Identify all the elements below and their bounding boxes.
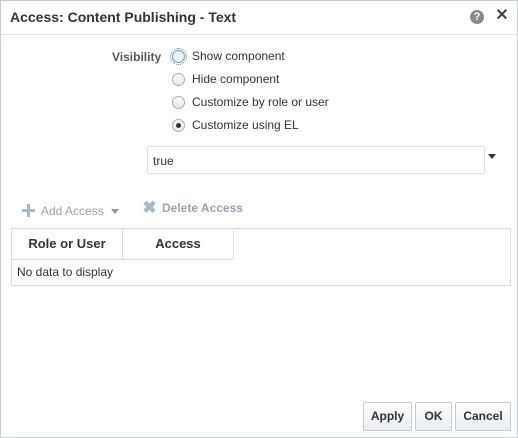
access-table: Role or User Access No data to display xyxy=(11,228,511,286)
add-access-button[interactable]: Add Access xyxy=(41,204,104,218)
radio-selected-dot xyxy=(176,123,181,128)
el-expression-value: true xyxy=(153,154,174,168)
radio-label: Show component xyxy=(192,49,285,63)
empty-table-message: No data to display xyxy=(17,265,114,279)
chevron-down-icon[interactable] xyxy=(488,154,496,159)
radio-label: Customize by role or user xyxy=(192,95,329,109)
close-icon[interactable]: ✕ xyxy=(494,8,510,24)
delete-access-button[interactable]: Delete Access xyxy=(162,201,243,215)
radio-label: Hide component xyxy=(192,72,280,86)
column-header-role-or-user[interactable]: Role or User xyxy=(12,229,123,260)
ok-button[interactable]: OK xyxy=(415,402,452,431)
radio-button[interactable] xyxy=(172,96,185,109)
radio-button[interactable] xyxy=(172,73,185,86)
access-dialog: Access: Content Publishing - Text ? ✕ Vi… xyxy=(0,0,518,438)
dialog-title: Access: Content Publishing - Text xyxy=(10,9,237,25)
cancel-button[interactable]: Cancel xyxy=(455,402,511,431)
help-icon[interactable]: ? xyxy=(470,10,484,24)
radio-button[interactable] xyxy=(172,119,185,132)
plus-icon xyxy=(22,204,35,217)
radio-button[interactable] xyxy=(170,48,187,65)
el-expression-field[interactable]: true xyxy=(147,146,485,174)
visibility-label: Visibility xyxy=(112,50,162,64)
chevron-down-icon[interactable] xyxy=(111,209,119,214)
radio-label: Customize using EL xyxy=(192,118,299,132)
apply-button[interactable]: Apply xyxy=(363,402,412,431)
column-header-access[interactable]: Access xyxy=(123,229,234,260)
dialog-titlebar: Access: Content Publishing - Text ? ✕ xyxy=(1,1,517,35)
delete-icon: ✖ xyxy=(142,198,157,217)
